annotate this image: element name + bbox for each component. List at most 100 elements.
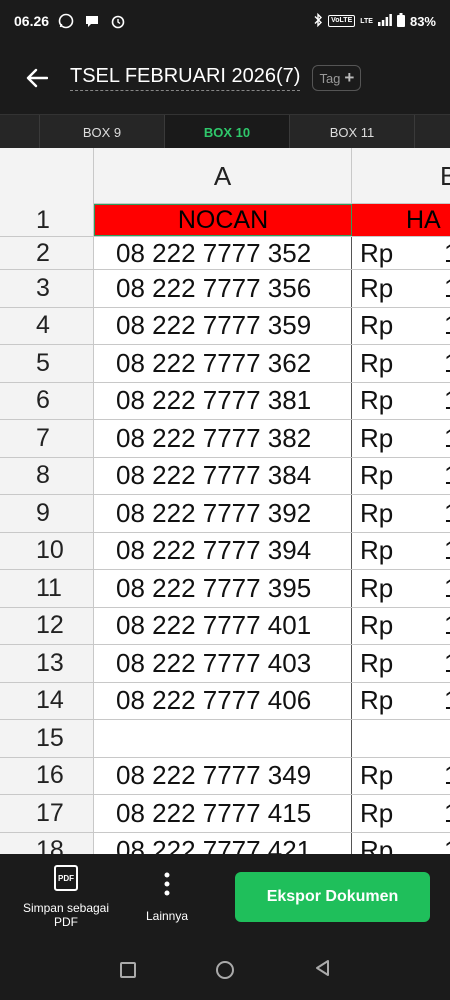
cell-a[interactable]: 08 222 7777 382 [94, 420, 352, 457]
column-header-b[interactable]: B [352, 148, 450, 204]
cell-b[interactable]: Rp 1 [352, 383, 450, 420]
cell-a[interactable]: 08 222 7777 384 [94, 457, 352, 494]
cell-b[interactable]: Rp 1 [352, 608, 450, 645]
cell-b[interactable]: Rp 1 [352, 345, 450, 382]
tab-partial-right[interactable] [415, 115, 450, 149]
cell-b[interactable]: Rp 1 [352, 795, 450, 832]
select-all-corner[interactable] [0, 148, 94, 204]
cell-a[interactable]: 08 222 7777 362 [94, 345, 352, 382]
cell-a[interactable]: 08 222 7777 421 [94, 832, 352, 854]
cell-a[interactable]: 08 222 7777 356 [94, 270, 352, 307]
row-number[interactable]: 9 [0, 495, 94, 532]
cell-b[interactable]: Rp 1 [352, 495, 450, 532]
row-number[interactable]: 17 [0, 795, 94, 832]
cell-b[interactable]: Rp 1 [352, 237, 450, 269]
spreadsheet-grid[interactable]: A B 1 NOCAN HA 208 222 7777 352Rp1308 22… [0, 148, 450, 854]
table-row: 308 222 7777 356 Rp 1 [0, 270, 450, 308]
row-number[interactable]: 13 [0, 645, 94, 682]
row-number[interactable]: 7 [0, 420, 94, 457]
cell-b-value: 1 [444, 385, 450, 416]
cell-a[interactable]: 08 222 7777 401 [94, 607, 352, 644]
tab-partial-left[interactable] [0, 115, 40, 149]
more-button[interactable]: Lainnya [142, 872, 192, 923]
row-number[interactable]: 3 [0, 270, 94, 307]
cell-a[interactable]: 08 222 7777 392 [94, 495, 352, 532]
home-icon[interactable] [216, 961, 234, 979]
cell-a[interactable]: 08 222 7777 352 [94, 237, 352, 269]
add-tag-button[interactable]: Tag + [312, 65, 362, 91]
volte-icon: VoLTE [328, 15, 356, 27]
status-time: 06.26 [14, 13, 50, 29]
cell-b[interactable]: Rp 1 [352, 758, 450, 795]
cell-b[interactable]: Rp 1 [352, 270, 450, 307]
tab-box-11[interactable]: BOX 11 [290, 115, 415, 149]
cell-a[interactable]: 08 222 7777 395 [94, 570, 352, 607]
cell-b[interactable]: Rp 1 [352, 420, 450, 457]
row-number[interactable]: 11 [0, 570, 94, 607]
currency-prefix: Rp [360, 797, 394, 828]
cell-b-value: 1 [444, 610, 450, 641]
document-title[interactable]: TSEL FEBRUARI 2026(7) [70, 65, 301, 91]
row-number[interactable]: 16 [0, 757, 94, 794]
cell-a-header[interactable]: NOCAN [94, 204, 352, 236]
cell-a[interactable]: 08 222 7777 349 [94, 757, 352, 794]
tag-label: Tag [319, 70, 341, 86]
tab-box-10[interactable]: BOX 10 [165, 115, 290, 149]
cell-a[interactable]: 08 222 7777 394 [94, 532, 352, 569]
cell-b-value: 1 [444, 460, 450, 491]
more-label: Lainnya [145, 908, 189, 923]
table-row: 808 222 7777 384 Rp 1 [0, 457, 450, 495]
cell-a[interactable]: 08 222 7777 359 [94, 307, 352, 344]
cell-a[interactable]: 08 222 7777 415 [94, 795, 352, 832]
cell-b[interactable]: Rp 1 [352, 533, 450, 570]
row-number[interactable]: 6 [0, 382, 94, 419]
cell-b-value: 1 [444, 835, 450, 854]
table-row: 1008 222 7777 394 Rp 1 [0, 532, 450, 570]
cell-a[interactable]: 08 222 7777 406 [94, 682, 352, 719]
recent-apps-icon[interactable] [120, 962, 136, 978]
cell-b-header[interactable]: HA [352, 204, 450, 236]
cell-b[interactable]: Rp 1 [352, 683, 450, 720]
tab-box-9[interactable]: BOX 9 [40, 115, 165, 149]
row-number[interactable]: 1 [0, 204, 94, 236]
cell-b-value: 1 [444, 648, 450, 679]
cell-b[interactable]: Rp 1 [352, 833, 450, 854]
row-number[interactable]: 15 [0, 720, 94, 757]
cell-b[interactable]: Rp 1 [352, 308, 450, 345]
bottom-toolbar: PDF Simpan sebagai PDF Lainnya Ekspor Do… [0, 854, 450, 940]
row-number[interactable]: 14 [0, 682, 94, 719]
table-row: 15 [0, 720, 450, 758]
row-number[interactable]: 5 [0, 345, 94, 382]
save-as-pdf-button[interactable]: PDF Simpan sebagai PDF [20, 865, 112, 929]
table-row: 408 222 7777 359 Rp 1 [0, 307, 450, 345]
back-triangle-icon[interactable] [314, 959, 330, 982]
battery-icon [396, 12, 405, 30]
row-number[interactable]: 8 [0, 457, 94, 494]
currency-prefix: Rp [360, 385, 394, 416]
currency-prefix: Rp [360, 272, 394, 303]
row-number[interactable]: 4 [0, 307, 94, 344]
signal-icon [377, 13, 392, 29]
currency-prefix: Rp [360, 460, 394, 491]
currency-prefix: Rp [360, 422, 394, 453]
sheet-tabs: BOX 9 BOX 10 BOX 11 [0, 114, 450, 149]
cell-a[interactable]: 08 222 7777 381 [94, 382, 352, 419]
row-number[interactable]: 12 [0, 607, 94, 644]
back-arrow-icon[interactable] [22, 63, 52, 93]
cell-b[interactable]: Rp 1 [352, 645, 450, 682]
row-number[interactable]: 2 [0, 237, 94, 269]
cell-b[interactable]: Rp 1 [352, 570, 450, 607]
whatsapp-icon [57, 12, 75, 30]
export-document-button[interactable]: Ekspor Dokumen [235, 872, 430, 922]
row-number[interactable]: 18 [0, 832, 94, 854]
chat-icon [83, 12, 101, 30]
data-rows: 208 222 7777 352Rp1308 222 7777 356Rp140… [0, 237, 450, 854]
cell-b[interactable]: Rp 1 [352, 458, 450, 495]
cell-b[interactable] [352, 720, 450, 757]
cell-a[interactable]: 08 222 7777 403 [94, 645, 352, 682]
rows-container: 1 NOCAN HA 208 222 7777 352Rp1308 222 77… [0, 204, 450, 854]
table-row: 908 222 7777 392 Rp 1 [0, 495, 450, 533]
row-number[interactable]: 10 [0, 532, 94, 569]
cell-a[interactable] [94, 720, 352, 757]
column-header-a[interactable]: A [94, 148, 352, 204]
